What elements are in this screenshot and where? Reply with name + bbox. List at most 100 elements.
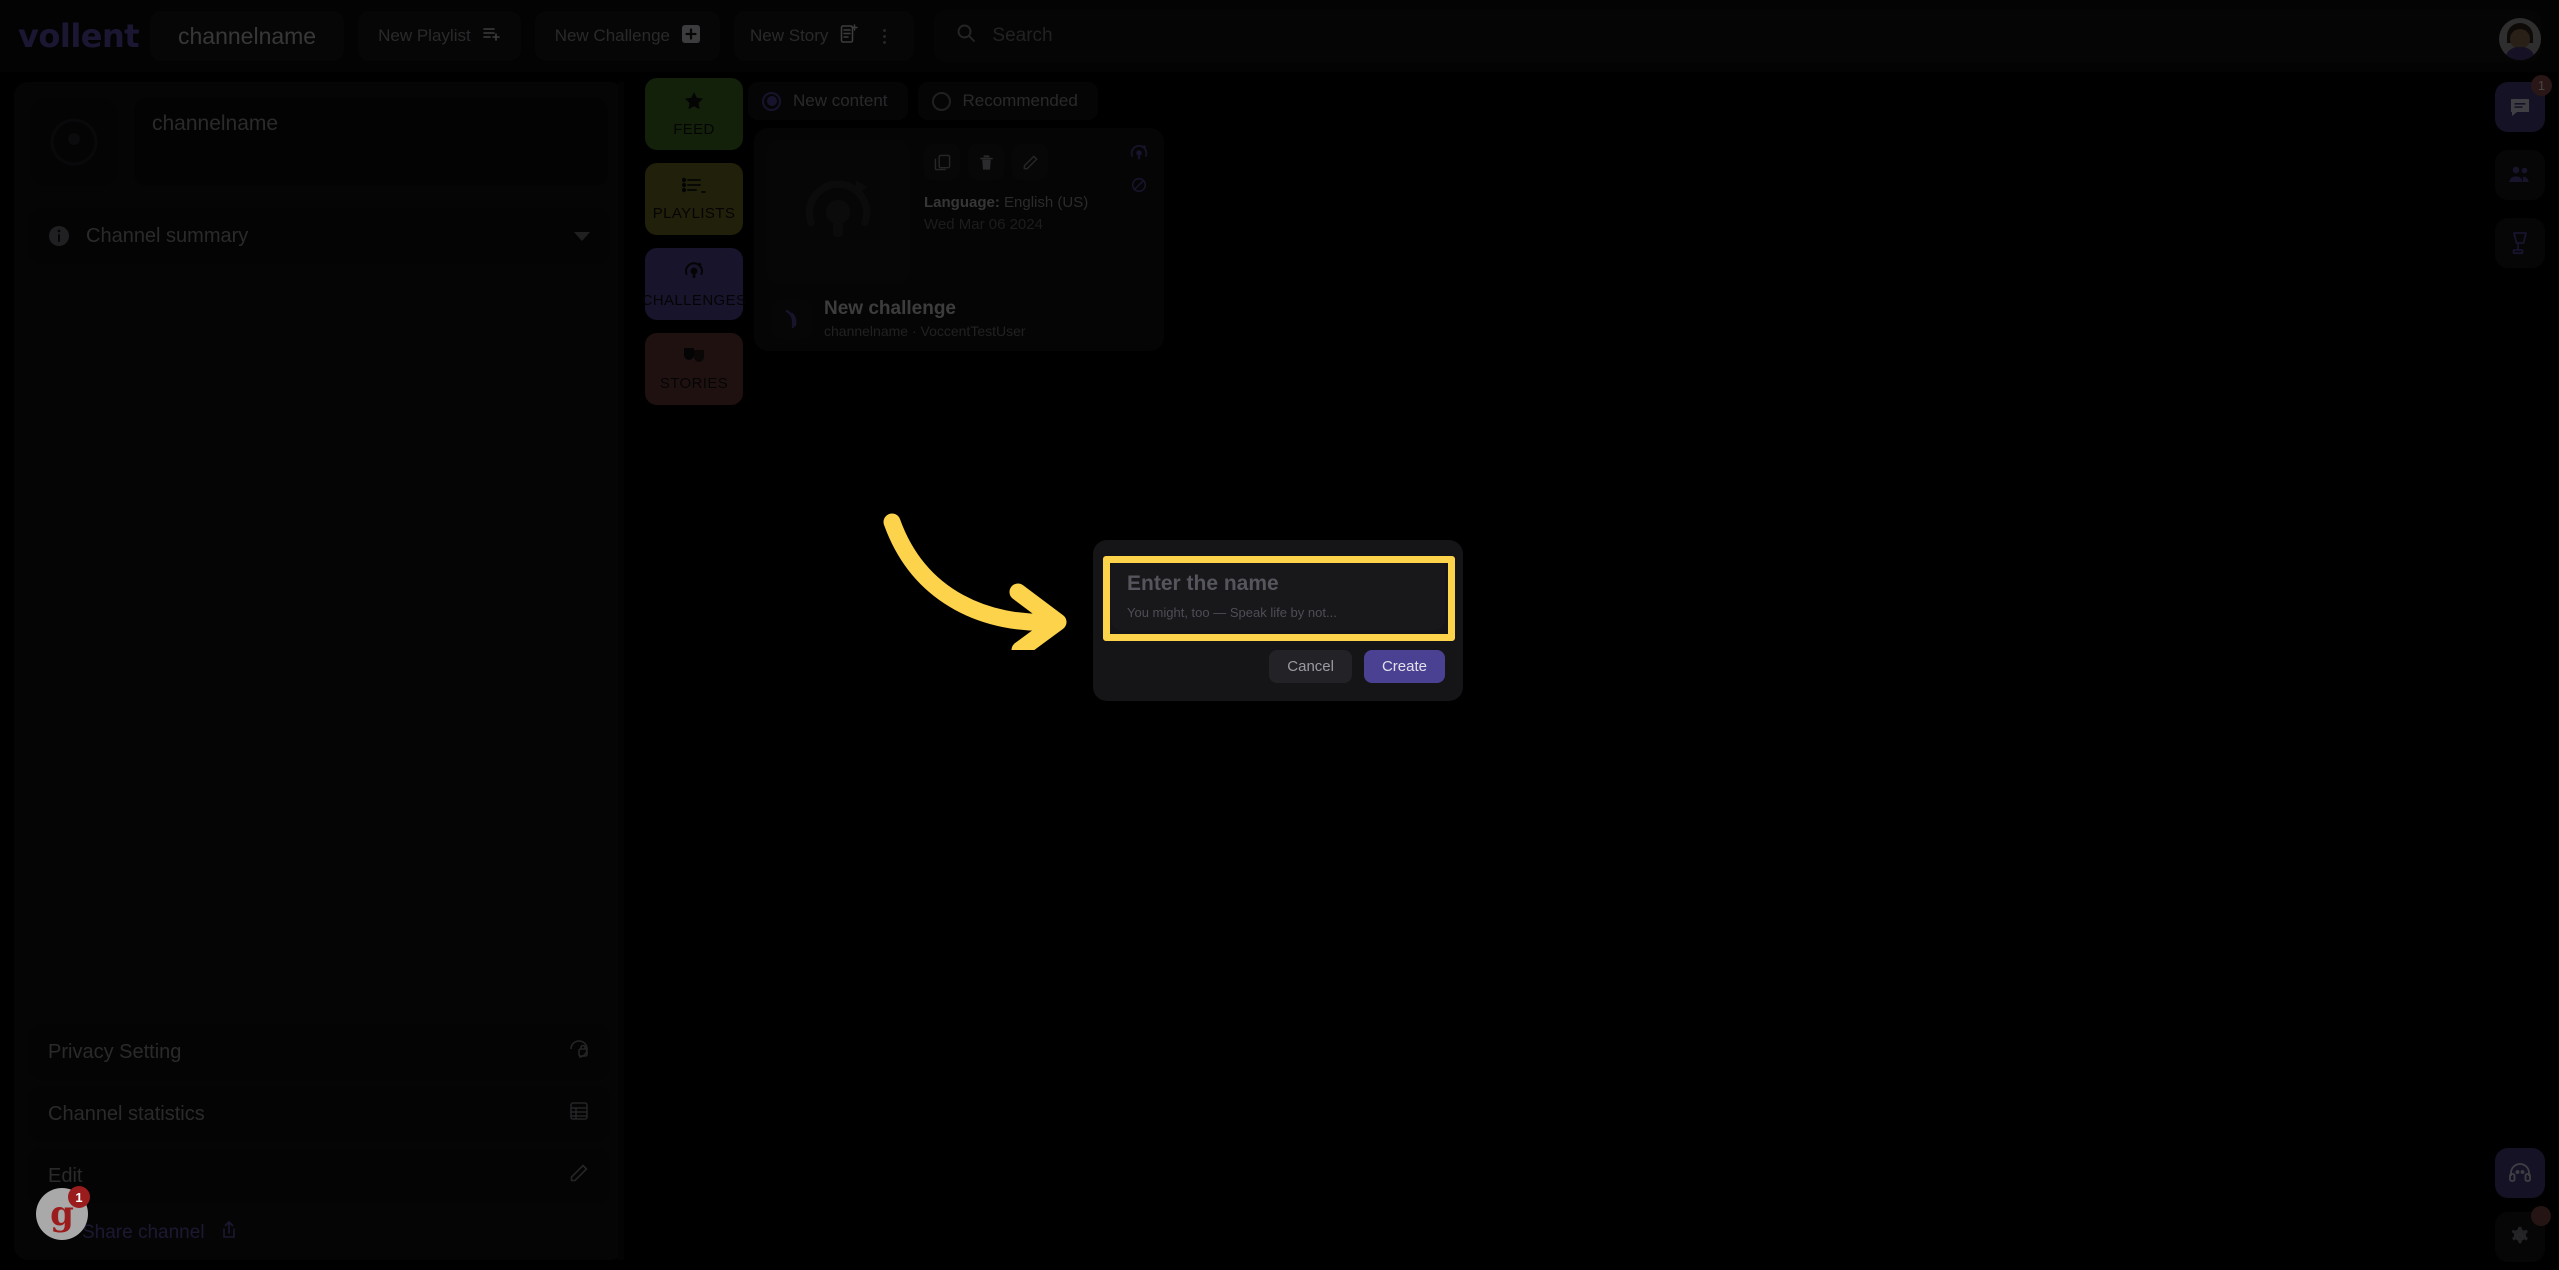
tab-challenges[interactable]: CHALLENGES — [642, 248, 746, 320]
new-story-label: New Story — [750, 26, 829, 45]
rail-contacts-button[interactable] — [2495, 150, 2545, 200]
list-icon — [681, 176, 706, 200]
dialog-body: You might, too — Speak life by not... — [1093, 540, 1463, 640]
plus-square-icon — [682, 24, 700, 48]
content-card-meta: Language: English (US) Wed Mar 06 2024 — [924, 140, 1152, 284]
sidebar-bottom-actions: Privacy Setting Channel statistics Edit — [14, 1018, 624, 1252]
rail-messages-button[interactable]: 1 — [2495, 75, 2552, 132]
tab-playlists[interactable]: PLAYLISTS — [645, 163, 743, 235]
sidebar-item-privacy-setting[interactable]: Privacy Setting — [28, 1024, 610, 1080]
content-card-titles: New challenge channelname · VoccentTestU… — [824, 298, 1026, 339]
new-story-button[interactable]: New Story — [734, 11, 915, 61]
new-challenge-button[interactable]: New Challenge — [534, 11, 720, 61]
search-icon — [956, 23, 976, 49]
search-placeholder: Search — [992, 25, 1053, 46]
gear-icon — [2511, 1226, 2528, 1244]
content-card-subtitle: channelname · VoccentTestUser — [824, 323, 1026, 339]
tab-stories[interactable]: STORIES — [645, 333, 743, 405]
tab-playlists-label: PLAYLISTS — [652, 205, 736, 222]
rail-support-button[interactable] — [2495, 1148, 2545, 1198]
right-rail: 1 — [2481, 0, 2559, 1270]
eye-off-icon[interactable] — [1130, 176, 1148, 199]
content-filter-group: New content Recommended — [748, 82, 1098, 120]
content-card-bottom: New challenge channelname · VoccentTestU… — [766, 298, 1152, 339]
rail-profile-avatar[interactable] — [2495, 14, 2545, 64]
more-vertical-icon[interactable] — [870, 28, 898, 44]
content-card-corner-icons — [1128, 142, 1150, 199]
radio-unselected-icon[interactable] — [931, 91, 951, 111]
channel-summary-label: Channel summary — [86, 224, 249, 247]
name-input[interactable] — [1127, 572, 1429, 596]
grammarly-badge: 1 — [68, 1186, 90, 1208]
content-language-label: Language: — [924, 194, 1000, 211]
duplicate-button[interactable] — [924, 144, 960, 180]
tab-feed[interactable]: FEED — [645, 78, 743, 150]
chevron-down-icon[interactable] — [574, 231, 590, 241]
masks-icon — [682, 346, 706, 370]
challenge-bulb-icon — [805, 180, 871, 238]
challenge-bulb-icon[interactable] — [1128, 142, 1150, 169]
content-card-actions — [924, 144, 1152, 180]
filter-new-content-label: New content — [793, 91, 888, 110]
filter-new-content[interactable]: New content — [748, 82, 908, 120]
new-challenge-label: New Challenge — [554, 26, 670, 45]
messages-badge: 1 — [2531, 75, 2552, 96]
new-playlist-button[interactable]: New Playlist — [358, 11, 521, 61]
delete-button[interactable] — [968, 144, 1004, 180]
create-button[interactable]: Create — [1363, 650, 1445, 683]
app-logo[interactable]: vollent — [18, 17, 140, 55]
tab-feed-label: FEED — [673, 121, 715, 138]
content-language: Language: English (US) — [924, 194, 1152, 211]
sidebar-item-channel-statistics[interactable]: Channel statistics — [28, 1086, 610, 1142]
cancel-button[interactable]: Cancel — [1269, 650, 1352, 683]
create-name-dialog: You might, too — Speak life by not... Ca… — [1093, 540, 1463, 701]
channel-sidebar: channelname Channel summary Privacy Sett… — [14, 82, 624, 1260]
content-card[interactable]: Language: English (US) Wed Mar 06 2024 N… — [754, 128, 1164, 351]
content-language-value: English (US) — [1004, 194, 1089, 211]
channel-avatar-icon[interactable] — [30, 98, 118, 186]
grammarly-widget[interactable]: g 1 — [36, 1186, 90, 1240]
channel-summary-row[interactable]: Channel summary — [28, 208, 610, 264]
filter-recommended[interactable]: Recommended — [917, 82, 1098, 120]
search-bar[interactable]: Search — [934, 10, 2541, 62]
radio-selected-icon[interactable] — [762, 91, 781, 111]
edit-button[interactable] — [1012, 144, 1048, 180]
sidebar-item-edit[interactable]: Edit — [28, 1148, 610, 1204]
channel-name-field[interactable]: channelname — [134, 98, 608, 186]
content-card-title: New challenge — [824, 298, 956, 319]
tab-stories-label: STORIES — [659, 375, 729, 392]
voccent-mark-icon — [772, 298, 812, 339]
pencil-icon — [568, 1162, 590, 1190]
people-icon — [2509, 166, 2529, 182]
filter-recommended-label: Recommended — [962, 91, 1078, 110]
star-icon — [683, 90, 705, 116]
dialog-actions: Cancel Create — [1093, 640, 1463, 701]
new-playlist-label: New Playlist — [378, 26, 471, 45]
rail-settings-button[interactable] — [2495, 1206, 2551, 1262]
chat-icon — [2511, 99, 2529, 116]
section-nav-tabs: FEED PLAYLISTS CHALLENGES STORIES — [642, 78, 746, 418]
settings-badge — [2531, 1206, 2551, 1226]
channel-header: channelname — [14, 82, 624, 202]
user-avatar — [2499, 18, 2541, 60]
privacy-setting-label: Privacy Setting — [48, 1040, 182, 1063]
challenge-bulb-icon — [682, 259, 706, 287]
channel-button-label: channelname — [178, 22, 317, 49]
channel-button[interactable]: channelname — [150, 11, 345, 61]
tab-challenges-label: CHALLENGES — [641, 292, 747, 309]
content-thumbnail[interactable] — [766, 140, 910, 284]
name-input-help-text: You might, too — Speak life by not... — [1127, 605, 1337, 620]
share-channel-row[interactable]: Share channel — [14, 1210, 624, 1252]
name-input-wrapper[interactable]: You might, too — Speak life by not... — [1111, 558, 1445, 630]
headset-icon — [2509, 1163, 2531, 1182]
story-add-icon — [840, 23, 859, 49]
privacy-lock-icon — [568, 1038, 590, 1066]
sidebar-scrollbar[interactable] — [618, 82, 624, 1260]
channel-statistics-label: Channel statistics — [48, 1102, 205, 1125]
content-date: Wed Mar 06 2024 — [924, 216, 1043, 233]
share-upload-icon[interactable] — [219, 1220, 239, 1246]
channel-name-value: channelname — [152, 112, 279, 135]
rail-mixer-button[interactable] — [2495, 218, 2545, 268]
content-card-top: Language: English (US) Wed Mar 06 2024 — [766, 140, 1152, 284]
info-icon — [48, 225, 70, 247]
